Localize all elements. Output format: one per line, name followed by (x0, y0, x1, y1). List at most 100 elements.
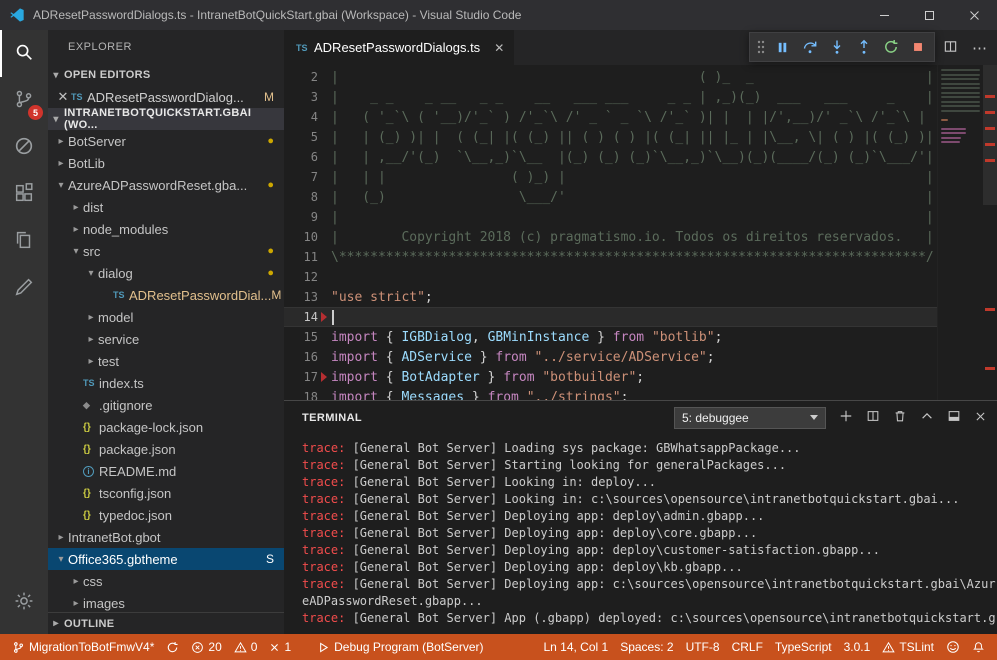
minimize-button[interactable] (862, 0, 907, 30)
stop-button[interactable] (904, 34, 931, 60)
code-line-18[interactable]: 18import { Messages } from "../strings"; (284, 387, 937, 400)
close-tab-icon[interactable]: ✕ (494, 41, 504, 55)
status-warnings[interactable]: 0 (228, 634, 264, 660)
code-line-17[interactable]: 17import { BotAdapter } from "botbuilder… (284, 367, 937, 387)
tree-item-images[interactable]: ▸images (48, 592, 284, 612)
tree-item-css[interactable]: ▸css (48, 570, 284, 592)
code-line-4[interactable]: 4| ( '_`\ ( '__)/'_` ) /'_`\ /' _ ` _ `\… (284, 107, 937, 127)
code-line-8[interactable]: 8| (_) \___/' | (284, 187, 937, 207)
status-label: Spaces: 2 (620, 640, 673, 654)
pause-button[interactable] (769, 34, 796, 60)
status-sync[interactable] (160, 634, 185, 660)
tree-item-office365-gbtheme[interactable]: ▾Office365.gbthemeS (48, 548, 284, 570)
tree-item-gitignore[interactable]: ◆.gitignore (48, 394, 284, 416)
code-line-16[interactable]: 16import { ADService } from "../service/… (284, 347, 937, 367)
tree-item-node-modules[interactable]: ▸node_modules (48, 218, 284, 240)
code-line-5[interactable]: 5| | (_) )| | ( (_| |( (_) || ( ) ( ) |(… (284, 127, 937, 147)
tree-item-test[interactable]: ▸test (48, 350, 284, 372)
tree-item-botlib[interactable]: ▸BotLib (48, 152, 284, 174)
minimap-line (941, 128, 966, 130)
terminal-tab[interactable]: TERMINAL (302, 412, 362, 424)
tree-item-adresetpassworddial[interactable]: TSADResetPasswordDial...M (48, 284, 284, 306)
code-line-10[interactable]: 10| Copyright 2018 (c) pragmatismo.io. T… (284, 227, 937, 247)
files-activity-button[interactable] (0, 218, 48, 265)
split-editor-icon[interactable] (943, 39, 958, 57)
restart-button[interactable] (877, 34, 904, 60)
code-line-9[interactable]: 9| | (284, 207, 937, 227)
status-debug-program[interactable]: Debug Program (BotServer) (311, 634, 489, 660)
tree-item-label: Office365.gbtheme (68, 552, 178, 567)
split-terminal-icon[interactable] (866, 409, 880, 426)
tree-item-azureadpasswordreset-gba[interactable]: ▾AzureADPasswordReset.gba...● (48, 174, 284, 196)
gutter (318, 207, 331, 227)
status-tslint[interactable]: TSLint (876, 634, 940, 660)
tree-item-index-ts[interactable]: TSindex.ts (48, 372, 284, 394)
tree-item-botserver[interactable]: ▸BotServer● (48, 130, 284, 152)
tree-item-label: BotLib (68, 156, 105, 171)
status-encoding[interactable]: UTF-8 (680, 634, 726, 660)
status-errors[interactable]: 20 (185, 634, 227, 660)
tree-item-src[interactable]: ▾src● (48, 240, 284, 262)
terminal-selector[interactable]: 5: debuggee (674, 407, 826, 429)
editor-scrollbar[interactable] (983, 65, 997, 400)
tab-adresetpassworddialogs[interactable]: TS ADResetPasswordDialogs.ts ✕ (284, 30, 514, 65)
open-editors-header[interactable]: ▾ OPEN EDITORS (48, 64, 284, 86)
tree-item-dialog[interactable]: ▾dialog● (48, 262, 284, 284)
status-feedback[interactable] (940, 634, 966, 660)
scrollbar-thumb[interactable] (983, 65, 997, 205)
status-cursor-position[interactable]: Ln 14, Col 1 (537, 634, 614, 660)
more-actions-icon[interactable]: ⋯ (972, 39, 987, 57)
tree-item-typedoc-json[interactable]: {}typedoc.json (48, 504, 284, 526)
code-line-11[interactable]: 11\*************************************… (284, 247, 937, 267)
tree-item-intranetbot-gbot[interactable]: ▸IntranetBot.gbot (48, 526, 284, 548)
open-editor-item[interactable]: ✕ TS ADResetPasswordDialog... M (48, 86, 284, 108)
step-into-button[interactable] (823, 34, 850, 60)
maximize-panel-icon[interactable] (920, 409, 934, 426)
tree-item-tsconfig-json[interactable]: {}tsconfig.json (48, 482, 284, 504)
code-line-12[interactable]: 12 (284, 267, 937, 287)
step-out-button[interactable] (850, 34, 877, 60)
toggle-panel-icon[interactable] (947, 409, 961, 426)
status-indentation[interactable]: Spaces: 2 (614, 634, 679, 660)
tree-item-dist[interactable]: ▸dist (48, 196, 284, 218)
status-tasks[interactable]: 1 (263, 634, 297, 660)
debug-activity-button[interactable] (0, 124, 48, 171)
terminal-line: trace: [General Bot Server] Deploying ap… (302, 508, 997, 525)
new-terminal-icon[interactable] (839, 409, 853, 426)
status-eol[interactable]: CRLF (726, 634, 769, 660)
tree-item-package-lock-json[interactable]: {}package-lock.json (48, 416, 284, 438)
status-notifications[interactable] (966, 634, 991, 660)
close-button[interactable] (952, 0, 997, 30)
status-version[interactable]: 3.0.1 (838, 634, 877, 660)
maximize-button[interactable] (907, 0, 952, 30)
terminal-output[interactable]: trace: [General Bot Server] Loading sys … (284, 434, 997, 634)
minimap[interactable] (937, 65, 983, 400)
extensions-activity-button[interactable] (0, 171, 48, 218)
settings-button[interactable] (0, 579, 48, 626)
step-over-button[interactable] (796, 34, 823, 60)
code-line-14[interactable]: 14 (284, 307, 937, 327)
kill-terminal-icon[interactable] (893, 409, 907, 426)
status-git-branch[interactable]: MigrationToBotFmwV4* (6, 634, 160, 660)
code-line-7[interactable]: 7| | | ( )_) | | (284, 167, 937, 187)
tree-item-model[interactable]: ▸model (48, 306, 284, 328)
code-line-13[interactable]: 13"use strict"; (284, 287, 937, 307)
line-number: 13 (284, 290, 318, 304)
drag-handle-icon[interactable] (753, 34, 769, 60)
search-activity-button[interactable] (0, 30, 48, 77)
source-control-activity-button[interactable]: 5 (0, 77, 48, 124)
tree-item-package-json[interactable]: {}package.json (48, 438, 284, 460)
workspace-section-header[interactable]: ▾ INTRANETBOTQUICKSTART.GBAI (WO... (48, 108, 284, 130)
status-language[interactable]: TypeScript (769, 634, 838, 660)
code-line-6[interactable]: 6| | ,__/'(_) `\__,_)`\__ |(_) (_) (_)`\… (284, 147, 937, 167)
gutter (318, 307, 331, 327)
edit-activity-button[interactable] (0, 265, 48, 312)
close-editor-icon[interactable]: ✕ (55, 89, 71, 105)
close-panel-icon[interactable] (974, 410, 987, 426)
code-line-2[interactable]: 2| ( )_ _ | (284, 67, 937, 87)
tree-item-service[interactable]: ▸service (48, 328, 284, 350)
outline-section-header[interactable]: ▸ OUTLINE (48, 612, 284, 634)
tree-item-readme-md[interactable]: iREADME.md (48, 460, 284, 482)
code-line-15[interactable]: 15import { IGBDialog, GBMinInstance } fr… (284, 327, 937, 347)
code-line-3[interactable]: 3| _ _ _ __ _ _ __ ___ ___ _ _ | ,_)(_) … (284, 87, 937, 107)
